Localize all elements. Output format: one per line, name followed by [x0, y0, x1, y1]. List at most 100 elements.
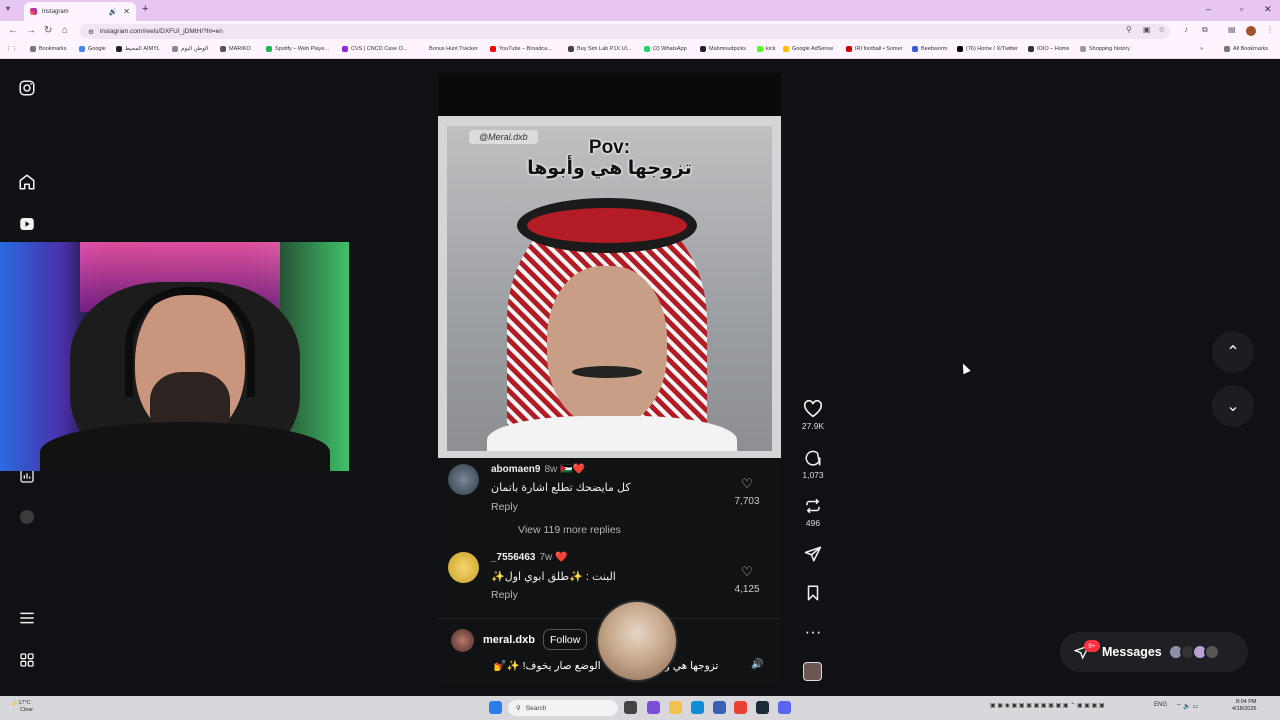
speaker-icon[interactable]: 🔊 — [109, 8, 118, 16]
also-from-meta-icon[interactable] — [17, 650, 37, 670]
store-icon[interactable] — [713, 701, 726, 714]
tray-icons[interactable]: ▣ ▣ ◉ ▣ ▣ ▣ ▣ ▣ ▣ ▣ ▣ ⌃ ▣ ▣ ▣ ▣ — [990, 702, 1105, 709]
install-icon[interactable]: ▣ — [1143, 25, 1151, 34]
comment-username[interactable]: abomaen9 8w 🇯🇴❤️ — [491, 464, 585, 475]
reel-top-bar — [438, 73, 781, 116]
share-button[interactable] — [798, 545, 828, 563]
reel-container: @Meral.dxb Pov: تزوجها هي وأبوها abomaen… — [438, 73, 781, 683]
reply-button[interactable]: Reply — [491, 501, 518, 513]
like-button[interactable]: 27.9K — [798, 400, 828, 431]
new-tab-button[interactable]: + — [142, 3, 148, 15]
bookmark-star-icon[interactable]: ☆ — [1158, 25, 1165, 34]
profile-nav-avatar[interactable] — [17, 507, 37, 527]
edge-icon[interactable] — [691, 701, 704, 714]
weather-widget[interactable]: 🌙 17°C Clear — [10, 700, 33, 713]
audio-thumbnail[interactable] — [803, 662, 822, 681]
home-nav-icon[interactable] — [17, 172, 37, 192]
bookmark-item[interactable]: Google AdSense — [783, 46, 833, 52]
clock[interactable]: 8:04 PM 4/18/2026 — [1232, 699, 1256, 713]
owner-avatar[interactable] — [451, 629, 474, 652]
more-bookmarks-icon[interactable]: » — [1200, 46, 1203, 52]
copilot-icon[interactable] — [647, 701, 660, 714]
bookmark-item[interactable]: MARIKO — [220, 46, 251, 52]
minimize-button[interactable]: – — [1206, 4, 1211, 14]
bookmark-item[interactable]: Shopping history — [1080, 46, 1130, 52]
previous-reel-button[interactable]: ⌃ — [1212, 331, 1254, 373]
apps-icon[interactable]: ⋮⋮ — [6, 46, 17, 52]
start-icon[interactable] — [489, 701, 502, 714]
bookmark-item[interactable]: Spotify – Web Playe... — [266, 46, 329, 52]
follow-button[interactable]: Follow — [543, 629, 588, 650]
bookmark-item[interactable]: IOIO – Home — [1028, 46, 1069, 52]
comment-text: البنت : ✨طلق ابوي اول✨ — [491, 571, 616, 583]
comments-panel: abomaen9 8w 🇯🇴❤️ كل مايضحك تطلع اشارة بات… — [438, 458, 781, 618]
instagram-page: @Meral.dxb Pov: تزوجها هي وأبوها abomaen… — [0, 60, 1280, 696]
extensions-icon[interactable]: ⧉ — [1202, 25, 1208, 35]
view-more-replies[interactable]: View 119 more replies — [518, 524, 621, 536]
instagram-logo-icon[interactable] — [17, 78, 37, 98]
file-explorer-icon[interactable] — [669, 701, 682, 714]
media-icon[interactable]: ♪ — [1184, 25, 1188, 34]
bookmark-item[interactable]: المحيط AIMYL — [116, 46, 160, 52]
bookmark-item[interactable]: الوطن اليوم — [172, 46, 208, 52]
tab-instagram[interactable]: Instagram 🔊 ✕ — [24, 2, 136, 21]
comment-button[interactable]: 1,073 — [798, 449, 828, 480]
volume-icon[interactable]: 🔊 — [751, 659, 767, 675]
bookmark-item[interactable]: IRI football • Somer — [846, 46, 902, 52]
profile-avatar[interactable] — [1246, 26, 1256, 36]
video-caption-overlay: Pov: تزوجها هي وأبوها — [527, 137, 692, 179]
comment-like[interactable]: ♡ 4,125 — [727, 564, 767, 595]
close-window-button[interactable]: ✕ — [1264, 4, 1272, 15]
next-reel-button[interactable]: ⌄ — [1212, 385, 1254, 427]
browser-toolbar: ← → ↻ ⌂ ⚙ instagram.com/reels/DXFUI_jDMt… — [0, 21, 1280, 42]
avatar[interactable] — [448, 464, 479, 495]
repost-button[interactable]: 496 — [798, 497, 828, 528]
reply-button[interactable]: Reply — [491, 589, 518, 601]
network-volume-icons[interactable]: ⌔ 🔊 ▭ — [1176, 702, 1198, 710]
back-icon[interactable]: ← — [8, 25, 18, 36]
owner-username[interactable]: meral.dxb — [483, 634, 535, 646]
reload-icon[interactable]: ↻ — [44, 25, 52, 36]
reels-nav-icon[interactable] — [17, 214, 37, 234]
language-indicator[interactable]: ENG — [1154, 702, 1167, 708]
bookmark-item[interactable]: YouTube – Broadca... — [490, 46, 552, 52]
mouse-cursor — [959, 361, 971, 375]
bookmark-item[interactable]: Bookmarks — [30, 46, 67, 52]
task-view-icon[interactable] — [624, 701, 637, 714]
tab-search-icon[interactable]: ▾ — [6, 4, 10, 13]
close-tab-icon[interactable]: ✕ — [123, 7, 130, 16]
heart-icon: ♡ — [741, 476, 753, 491]
moon-icon: 🌙 — [10, 700, 17, 706]
more-options-button[interactable]: ··· — [798, 622, 828, 642]
save-button[interactable] — [798, 584, 828, 602]
comment-username[interactable]: _7556463 7w ❤️ — [491, 552, 568, 563]
steam-icon[interactable] — [756, 701, 769, 714]
forward-icon[interactable]: → — [26, 25, 36, 36]
maximize-button[interactable]: ▫ — [1240, 4, 1243, 14]
discord-icon[interactable] — [778, 701, 791, 714]
floating-story-bubble[interactable] — [596, 600, 678, 682]
bookmark-item[interactable]: Buy Sim Lab P1X Ul... — [568, 46, 631, 52]
site-info-icon[interactable]: ⚙ — [88, 28, 94, 36]
address-bar[interactable]: ⚙ instagram.com/reels/DXFUI_jDMtH/?hl=en — [80, 24, 1170, 39]
chrome-icon[interactable] — [734, 701, 747, 714]
menu-icon[interactable]: ⋮ — [1266, 25, 1274, 34]
more-menu-icon[interactable] — [17, 608, 37, 628]
bookmark-icon — [807, 585, 819, 601]
home-icon[interactable]: ⌂ — [62, 25, 68, 36]
bookmark-item[interactable]: CVS | CNCD Case O... — [342, 46, 407, 52]
avatar[interactable] — [448, 552, 479, 583]
bookmark-item[interactable]: Beebworm — [912, 46, 947, 52]
bookmark-item[interactable]: (76) Home / X/Twitter — [957, 46, 1018, 52]
bookmark-item[interactable]: Mahmoudpicks — [700, 46, 746, 52]
zoom-icon[interactable]: ⚲ — [1126, 25, 1132, 34]
reel-video[interactable]: @Meral.dxb Pov: تزوجها هي وأبوها — [438, 116, 781, 458]
bookmark-item[interactable]: kick — [757, 46, 775, 52]
bookmark-item[interactable]: (2) WhatsApp — [644, 46, 687, 52]
all-bookmarks[interactable]: All Bookmarks — [1224, 46, 1268, 52]
sidepanel-icon[interactable]: ▤ — [1228, 25, 1236, 34]
bookmark-item[interactable]: Bonus Hunt Tracker — [420, 46, 478, 52]
comment-like[interactable]: ♡ 7,703 — [727, 476, 767, 507]
taskbar-search[interactable]: ⚲ Search — [508, 700, 618, 716]
bookmark-item[interactable]: Google — [79, 46, 106, 52]
